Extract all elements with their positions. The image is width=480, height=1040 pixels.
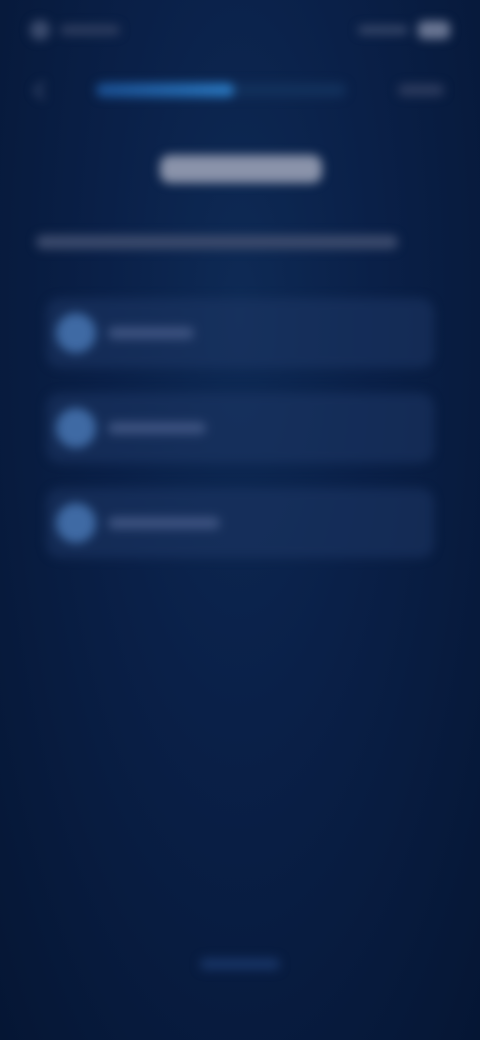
circle-icon (56, 503, 96, 543)
circle-icon (56, 313, 96, 353)
onboarding-screen (0, 0, 480, 1040)
option-card-2[interactable] (46, 393, 434, 463)
app-icon (30, 20, 50, 40)
status-bar (0, 18, 480, 42)
skip-button[interactable] (398, 84, 444, 96)
back-chevron-icon[interactable] (30, 79, 52, 101)
page-subtitle (36, 235, 398, 249)
status-left (30, 20, 120, 40)
option-label (108, 327, 194, 339)
top-bar (0, 76, 480, 104)
circle-icon (56, 408, 96, 448)
option-card-1[interactable] (46, 298, 434, 368)
blurred-content (0, 0, 480, 1040)
status-right (358, 21, 450, 39)
battery-icon (418, 21, 450, 39)
status-text (60, 25, 120, 35)
progress-bar (96, 83, 346, 97)
footer-link[interactable] (200, 958, 280, 970)
page-title (160, 155, 322, 183)
signal-icon (358, 26, 408, 34)
option-label (108, 422, 206, 434)
option-label (108, 517, 220, 529)
progress-fill (96, 83, 234, 97)
option-card-3[interactable] (46, 488, 434, 558)
